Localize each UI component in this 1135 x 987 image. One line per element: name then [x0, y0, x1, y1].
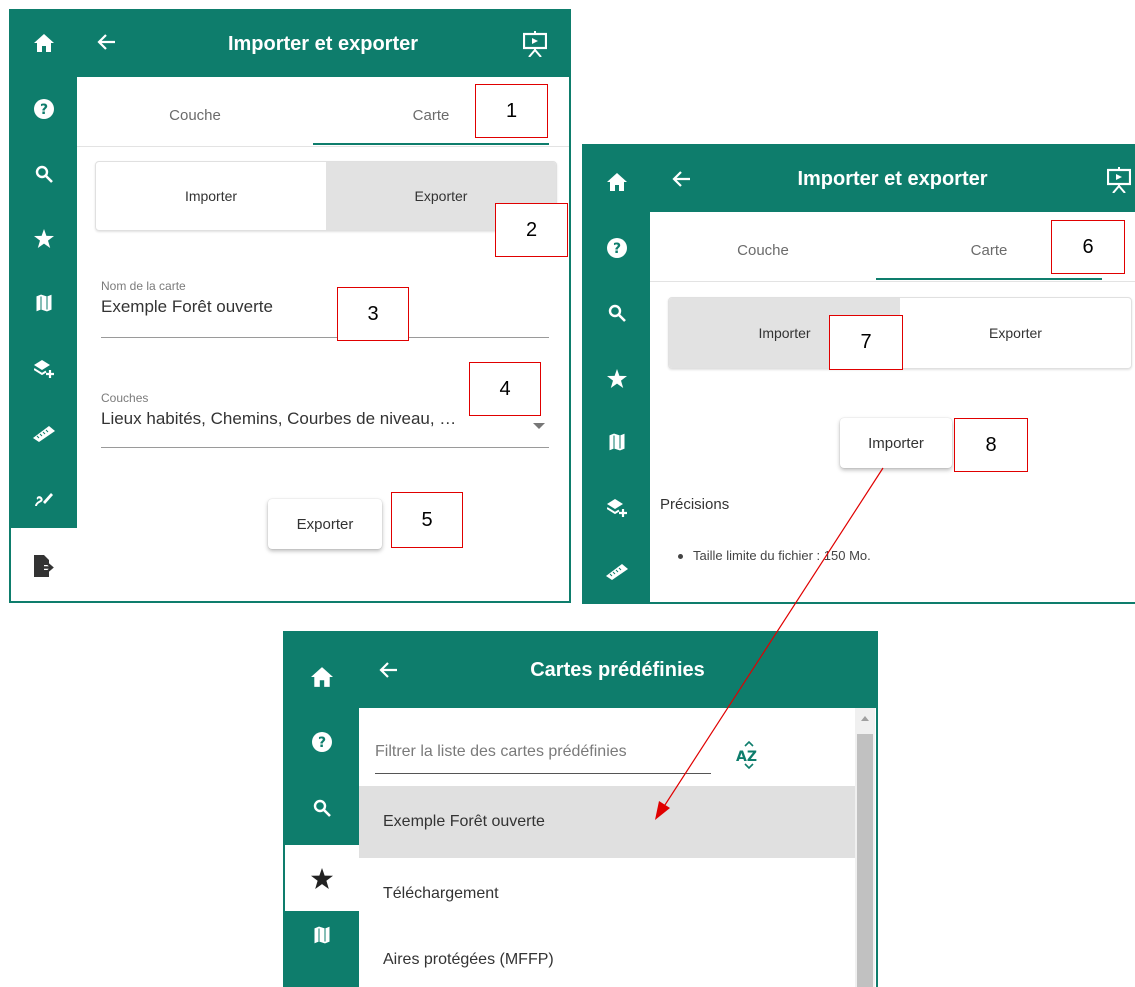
precision-item: Taille limite du fichier : 150 Mo. — [678, 548, 871, 563]
back-arrow-icon[interactable] — [672, 169, 692, 189]
dropdown-arrow-icon[interactable] — [533, 423, 545, 429]
back-arrow-icon[interactable] — [379, 660, 399, 680]
home-icon[interactable] — [285, 657, 359, 697]
bullet-dot — [678, 554, 683, 560]
draw-icon[interactable] — [11, 479, 77, 519]
map-name-label: Nom de la carte — [101, 279, 186, 293]
page-title: Importer et exporter — [797, 167, 988, 190]
filter-input[interactable]: Filtrer la liste des cartes prédéfinies — [375, 743, 711, 774]
panel-header: Importer et exporter — [650, 146, 1135, 212]
ruler-icon[interactable] — [584, 552, 650, 592]
import-toggle-button[interactable]: Importer — [96, 162, 326, 230]
callout-8: 8 — [954, 418, 1028, 472]
star-icon[interactable] — [584, 358, 650, 398]
predefined-maps-panel: ? Cartes prédéfinies Filtrer la liste de… — [283, 631, 878, 987]
map-icon[interactable] — [584, 422, 650, 462]
sidebar: ? — [285, 633, 359, 987]
list-item-aires-protegees[interactable]: Aires protégées (MFFP) — [359, 930, 855, 987]
list-item-exemple-foret-ouverte[interactable]: Exemple Forêt ouverte — [359, 786, 855, 858]
search-icon[interactable] — [285, 788, 359, 828]
import-export-icon[interactable] — [11, 528, 77, 601]
scroll-up-arrow-icon[interactable] — [861, 716, 869, 721]
callout-2: 2 — [495, 203, 568, 257]
add-layer-icon[interactable] — [584, 488, 650, 528]
import-export-toggle: Importer Exporter — [95, 161, 557, 231]
callout-1: 1 — [475, 84, 548, 138]
callout-7: 7 — [829, 315, 903, 370]
page-title: Importer et exporter — [227, 32, 419, 55]
export-button[interactable]: Exporter — [268, 499, 382, 549]
search-icon[interactable] — [584, 293, 650, 333]
import-export-panel-map-import: ? Importer et exporter Couche Carte Impo… — [582, 144, 1135, 604]
panel-header: Importer et exporter — [77, 11, 569, 77]
star-icon[interactable] — [11, 218, 77, 258]
tab-couche[interactable]: Couche — [77, 85, 313, 145]
map-icon[interactable] — [285, 915, 359, 955]
callout-3: 3 — [337, 287, 409, 341]
tabs-divider — [77, 146, 569, 147]
sidebar: ? — [11, 11, 77, 601]
map-name-field[interactable]: Nom de la carte Exemple Forêt ouverte — [101, 279, 549, 338]
list-item-telechargement[interactable]: Téléchargement — [359, 858, 855, 930]
panel-header: Cartes prédéfinies — [359, 633, 876, 708]
add-layer-icon[interactable] — [11, 349, 77, 389]
help-icon[interactable]: ? — [11, 89, 77, 129]
svg-text:?: ? — [318, 735, 326, 751]
help-icon[interactable]: ? — [584, 228, 650, 268]
home-icon[interactable] — [11, 23, 77, 63]
sidebar: ? — [584, 146, 650, 602]
callout-4: 4 — [469, 362, 541, 416]
presentation-icon[interactable] — [523, 31, 547, 57]
home-icon[interactable] — [584, 162, 650, 202]
search-icon[interactable] — [11, 154, 77, 194]
scrollbar-thumb[interactable] — [857, 734, 873, 987]
ruler-icon[interactable] — [11, 414, 77, 454]
tab-couche[interactable]: Couche — [650, 220, 876, 280]
star-icon[interactable] — [285, 845, 359, 911]
svg-text:AZ: AZ — [736, 749, 757, 765]
help-icon[interactable]: ? — [285, 722, 359, 762]
svg-text:?: ? — [613, 241, 621, 257]
svg-text:?: ? — [40, 102, 48, 118]
callout-5: 5 — [391, 492, 463, 548]
page-title: Cartes prédéfinies — [530, 659, 705, 681]
export-toggle-button[interactable]: Exporter — [900, 298, 1131, 368]
import-button[interactable]: Importer — [840, 418, 952, 468]
map-name-input[interactable]: Exemple Forêt ouverte — [101, 297, 549, 317]
map-icon[interactable] — [11, 283, 77, 323]
sort-az-icon[interactable]: AZ — [735, 740, 765, 774]
tabs: Couche Carte — [650, 220, 1102, 280]
presentation-icon[interactable] — [1107, 167, 1131, 193]
tabs-divider — [650, 281, 1135, 282]
back-arrow-icon[interactable] — [97, 32, 117, 52]
file-size-limit-text: Taille limite du fichier : 150 Mo. — [693, 548, 871, 563]
precisions-title: Précisions — [660, 496, 730, 513]
callout-6: 6 — [1051, 220, 1125, 274]
